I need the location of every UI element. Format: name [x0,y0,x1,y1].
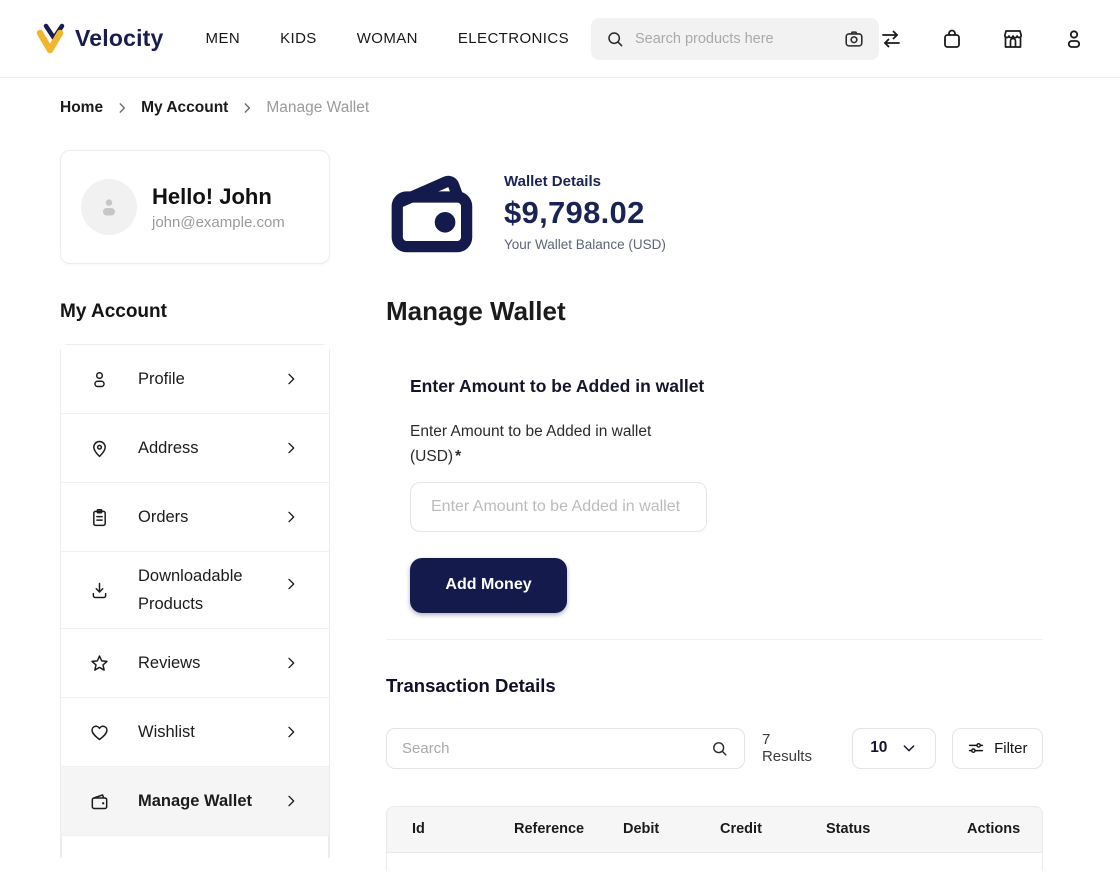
chevron-right-icon [115,101,129,115]
filter-sliders-icon [967,739,985,757]
column-header-status: Status [826,821,871,838]
transaction-search-bar[interactable] [386,727,745,769]
chevron-down-icon [901,740,917,756]
amount-input[interactable] [410,481,707,532]
search-icon [710,739,729,758]
column-header-actions: Actions [967,821,1021,838]
brand-logo[interactable]: Velocity [34,23,164,55]
page-title: Manage Wallet [386,296,566,326]
add-money-section-title: Enter Amount to be Added in wallet [410,376,705,396]
amount-field-label: Enter Amount to be Added in wallet (USD)… [410,420,720,470]
transaction-controls: 7 Results 10 Filter [386,727,1043,769]
required-asterisk: * [455,447,462,465]
chevron-right-icon [283,655,299,671]
top-bar: Velocity MEN KIDS WOMAN ELECTRONICS [0,0,1120,78]
account-menu: Profile Address Orders Downloadable Prod… [60,344,330,859]
filter-button-label: Filter [994,739,1028,757]
sidebar-item-label: Manage Wallet [138,792,252,811]
sidebar-item-label: Wishlist [138,723,195,742]
breadcrumb: Home My Account Manage Wallet [60,99,1043,117]
account-sidebar: Hello! John john@example.com My Account … [60,150,330,859]
sidebar-item-label: Address [138,438,199,457]
brand-logo-icon [34,23,68,55]
filter-button[interactable]: Filter [951,727,1043,769]
wallet-icon [89,791,110,812]
chevron-right-icon [240,101,254,115]
compare-icon[interactable] [879,27,903,51]
add-money-button[interactable]: Add Money [410,557,567,613]
chevron-right-icon [283,576,299,592]
results-count: 7 Results [761,731,812,766]
table-row [386,852,1043,871]
wallet-balance-caption: Your Wallet Balance (USD) [504,237,666,252]
wallet-balance-icon [386,166,476,256]
camera-search-icon[interactable] [843,28,865,50]
sidebar-item-label: Profile [138,369,185,388]
sidebar-item-label: Orders [138,507,189,526]
sidebar-item-profile[interactable]: Profile [61,345,329,414]
transactions-table-header: Id Reference Debit Credit Status Actions [386,805,1043,853]
avatar [81,179,137,235]
menu-clipped-row [61,836,329,859]
account-icon[interactable] [1062,27,1086,51]
amount-field-label-line1: Enter Amount to be Added in wallet [410,423,652,440]
main-nav: MEN KIDS WOMAN ELECTRONICS [206,30,569,47]
section-divider [386,638,1043,640]
breadcrumb-home[interactable]: Home [60,99,103,117]
wallet-summary: Wallet Details $9,798.02 Your Wallet Bal… [386,166,1043,256]
manage-wallet-panel: Wallet Details $9,798.02 Your Wallet Bal… [386,150,1043,871]
nav-item-kids[interactable]: KIDS [280,30,317,47]
user-email: john@example.com [152,213,285,231]
transaction-details-title: Transaction Details [386,674,556,696]
column-header-credit: Credit [720,821,762,838]
column-header-debit: Debit [623,821,660,838]
sidebar-item-manage-wallet[interactable]: Manage Wallet [61,767,329,837]
store-icon[interactable] [1001,27,1025,51]
sidebar-item-downloadable-products[interactable]: Downloadable Products [61,552,329,630]
sidebar-item-wishlist[interactable]: Wishlist [61,698,329,768]
header-actions [879,27,1086,51]
chevron-right-icon [283,371,299,387]
user-card: Hello! John john@example.com [60,150,330,264]
sidebar-item-orders[interactable]: Orders [61,483,329,552]
nav-item-men[interactable]: MEN [206,30,241,47]
heart-icon [89,722,110,743]
column-header-id: Id [412,821,425,838]
user-icon [89,369,110,390]
sidebar-item-label: Reviews [138,654,201,673]
sidebar-item-address[interactable]: Address [61,414,329,483]
brand-name: Velocity [75,25,164,51]
column-header-reference: Reference [514,821,585,838]
cart-bag-icon[interactable] [940,27,964,51]
chevron-right-icon [283,440,299,456]
wallet-summary-text: Wallet Details $9,798.02 Your Wallet Bal… [504,166,666,252]
sidebar-item-reviews[interactable]: Reviews [61,629,329,699]
transactions-table: Id Reference Debit Credit Status Actions [386,805,1043,871]
wallet-details-title: Wallet Details [504,173,601,190]
breadcrumb-current: Manage Wallet [266,99,370,116]
page-size-select[interactable]: 10 [852,727,936,769]
sidebar-item-label: Downloadable Products [138,567,243,614]
add-money-form: Enter Amount to be Added in wallet Enter… [410,376,1043,613]
user-card-text: Hello! John john@example.com [152,183,285,231]
amount-field-label-line2: (USD) [410,447,454,465]
page-size-value: 10 [870,739,888,757]
nav-item-woman[interactable]: WOMAN [357,30,418,47]
search-icon [605,29,625,49]
user-greeting: Hello! John [152,184,272,210]
breadcrumb-my-account[interactable]: My Account [141,99,228,117]
transaction-search-input[interactable] [402,739,710,757]
nav-item-electronics[interactable]: ELECTRONICS [458,30,569,47]
wallet-balance: $9,798.02 [504,195,645,230]
chevron-right-icon [283,724,299,740]
sidebar-title: My Account [60,301,167,322]
chevron-right-icon [283,793,299,809]
clipboard-icon [89,507,110,528]
product-search-bar[interactable] [590,17,879,60]
chevron-right-icon [283,509,299,525]
star-icon [89,653,110,674]
product-search-input[interactable] [634,30,843,47]
download-icon [89,580,110,601]
map-pin-icon [89,438,110,459]
